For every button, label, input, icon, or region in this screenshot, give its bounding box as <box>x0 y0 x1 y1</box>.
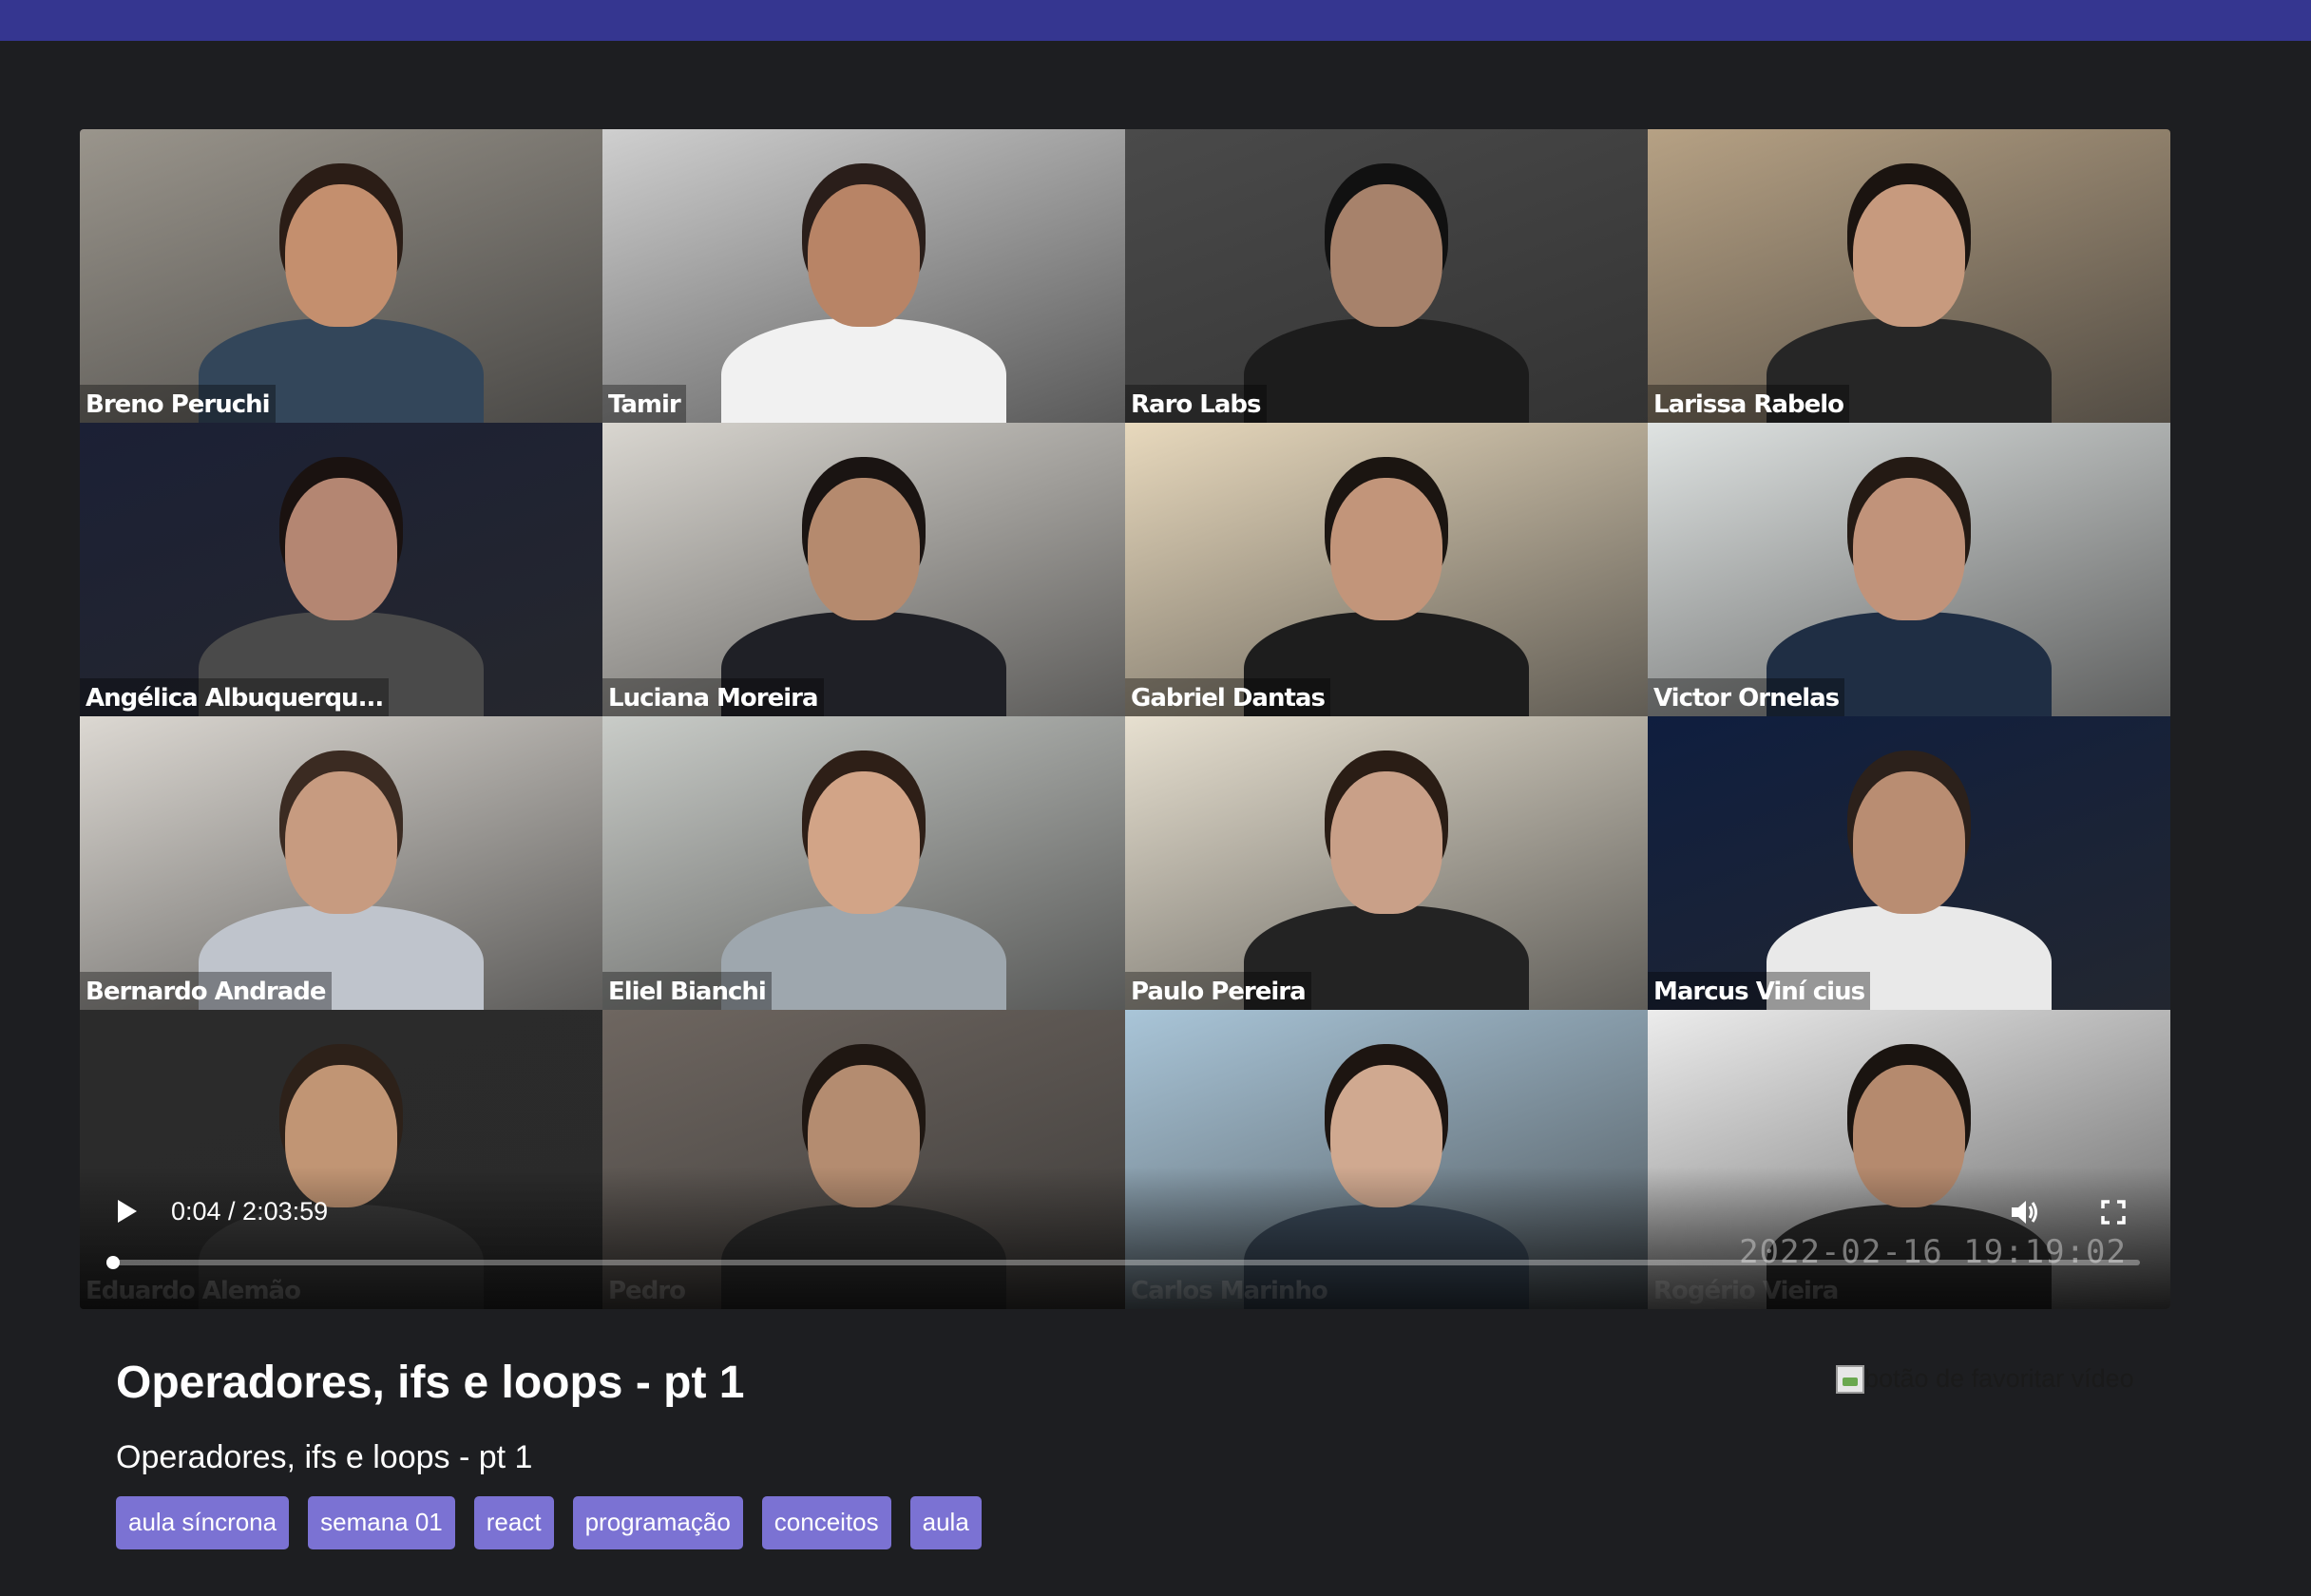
participant-name: Breno Peruchi <box>80 385 276 423</box>
tag-chip[interactable]: aula síncrona <box>116 1496 290 1549</box>
participant-tile: Larissa Rabelo <box>1648 129 2170 423</box>
video-description: Operadores, ifs e loops - pt 1 <box>116 1439 533 1475</box>
top-bar <box>0 0 2311 41</box>
participant-tile: Eliel Bianchi <box>602 716 1125 1010</box>
participant-name: Raro Labs <box>1125 385 1267 423</box>
favorite-alt-text: botão de favoritar vídeo <box>1864 1364 2134 1393</box>
participant-body <box>721 318 1006 423</box>
participant-name: Tamir <box>602 385 686 423</box>
favorite-video-button[interactable]: botão de favoritar vídeo <box>1836 1364 2134 1394</box>
time-display: 0:04 / 2:03:59 <box>171 1197 329 1226</box>
volume-button[interactable] <box>2007 1195 2041 1229</box>
tag-chip[interactable]: react <box>473 1496 554 1549</box>
fullscreen-button[interactable] <box>2096 1195 2130 1229</box>
participant-tile: Tamir <box>602 129 1125 423</box>
participant-tile: Bernardo Andrade <box>80 716 602 1010</box>
participant-tile: Victor Ornelas <box>1648 423 2170 716</box>
participant-face <box>1853 184 1965 327</box>
participant-tile: Marcus Viní cius <box>1648 716 2170 1010</box>
volume-icon <box>2012 1201 2037 1224</box>
video-watermark-timestamp: 2022-02-16 19:19:02 <box>1739 1233 2127 1271</box>
participant-face <box>1330 478 1442 620</box>
participant-name: Angélica Albuquerqu... <box>80 678 390 716</box>
participant-name: Paulo Pereira <box>1125 972 1311 1010</box>
participant-name: Eliel Bianchi <box>602 972 772 1010</box>
broken-image-icon <box>1836 1364 1864 1394</box>
participant-face <box>808 478 920 620</box>
participant-tile: Raro Labs <box>1125 129 1648 423</box>
participant-tile: Luciana Moreira <box>602 423 1125 716</box>
participant-face <box>285 184 397 327</box>
play-button[interactable] <box>112 1197 141 1226</box>
participant-face <box>285 478 397 620</box>
tag-chip[interactable]: programação <box>572 1496 743 1549</box>
participant-name: Luciana Moreira <box>602 678 824 716</box>
participant-face <box>808 771 920 914</box>
tag-chip[interactable]: aula <box>909 1496 982 1549</box>
participant-tile: Gabriel Dantas <box>1125 423 1648 716</box>
participant-tile: Breno Peruchi <box>80 129 602 423</box>
participant-body <box>1244 318 1529 423</box>
participant-name: Victor Ornelas <box>1648 678 1845 716</box>
participants-grid: Breno Peruchi Tamir Raro Labs Larissa Rabel… <box>80 129 2170 1309</box>
tag-chip[interactable]: semana 01 <box>308 1496 455 1549</box>
participant-tile: Paulo Pereira <box>1125 716 1648 1010</box>
progress-thumb[interactable] <box>106 1256 121 1269</box>
participant-face <box>285 771 397 914</box>
tag-list: aula síncrona semana 01 react programação co… <box>116 1496 982 1549</box>
video-player[interactable]: Breno Peruchi Tamir Raro Labs Larissa Rabel… <box>80 129 2170 1309</box>
progress-bar[interactable] <box>106 1256 2140 1269</box>
participant-face <box>1330 184 1442 327</box>
video-title: Operadores, ifs e loops - pt 1 <box>116 1358 745 1408</box>
tag-chip[interactable]: conceitos <box>761 1496 891 1549</box>
fullscreen-icon <box>2101 1200 2126 1225</box>
participant-name: Marcus Viní cius <box>1648 972 1871 1010</box>
participant-face <box>808 184 920 327</box>
play-icon <box>118 1200 137 1223</box>
participant-name: Larissa Rabelo <box>1648 385 1849 423</box>
participant-face <box>1330 771 1442 914</box>
participant-tile: Angélica Albuquerqu... <box>80 423 602 716</box>
participant-name: Bernardo Andrade <box>80 972 332 1010</box>
participant-name: Gabriel Dantas <box>1125 678 1330 716</box>
participant-face <box>1853 478 1965 620</box>
participant-face <box>1853 771 1965 914</box>
